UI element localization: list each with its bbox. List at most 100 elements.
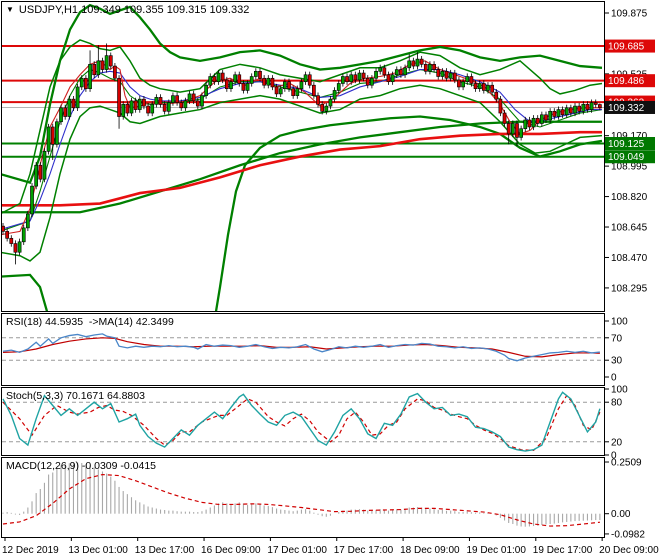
- time-axis-label: 17 Dec 17:00: [334, 545, 394, 556]
- bull-candle-body: [556, 109, 561, 117]
- bear-candle-body: [133, 100, 138, 110]
- bear-candle-body: [432, 64, 436, 70]
- bear-candle-body: [569, 107, 573, 114]
- bear-candle-body: [212, 76, 217, 83]
- bear-candle-body: [494, 91, 499, 100]
- bear-candle-body: [423, 64, 428, 72]
- bull-candle-body: [150, 104, 155, 114]
- price-axis-label: 108.995: [611, 162, 648, 173]
- price-axis: 109.875109.525109.170108.995108.820108.6…: [604, 9, 655, 294]
- price-axis-label: 108.470: [611, 253, 648, 264]
- bull-candle-body: [208, 76, 213, 86]
- rsi-axis-label: 30: [611, 356, 623, 367]
- bull-candle-body: [278, 88, 283, 95]
- time-axis-label: 16 Dec 09:00: [201, 545, 261, 556]
- bear-candle-body: [399, 69, 403, 76]
- bear-candle-body: [241, 83, 246, 91]
- bull-candle-body: [531, 117, 536, 128]
- time-axis-label: 18 Dec 09:00: [400, 545, 460, 556]
- rsi-axis-label: 0: [611, 373, 617, 384]
- bull-candle-body: [440, 70, 445, 77]
- time-axis-label: 12 Dec 2019: [2, 545, 59, 556]
- bear-candle-body: [117, 77, 121, 117]
- bull-candle-body: [477, 83, 482, 89]
- price-axis-label: 108.295: [611, 283, 648, 294]
- bear-candle-body: [291, 88, 296, 96]
- bear-candle-body: [13, 243, 18, 253]
- bear-candle-body: [386, 74, 391, 83]
- bull-candle-body: [171, 95, 175, 103]
- bull-candle-body: [295, 88, 300, 96]
- bull-candle-body: [394, 69, 399, 76]
- bull-candle-body: [245, 83, 250, 91]
- bear-candle-body: [535, 117, 540, 124]
- candles: [2, 43, 602, 265]
- bull-candle-body: [79, 77, 84, 88]
- bull-candle-body: [299, 81, 304, 89]
- price-axis-label: 108.820: [611, 192, 648, 203]
- trading-chart-window: ▼ USDJPY,H1 109.349 109.355 109.315 109.3…: [0, 0, 660, 560]
- bear-candle-body: [452, 72, 457, 81]
- bear-candle-body: [481, 83, 486, 91]
- bull-candle-body: [283, 81, 287, 89]
- bull-candle-body: [374, 70, 378, 79]
- bull-candle-body: [332, 90, 337, 100]
- bull-candle-body: [328, 98, 333, 107]
- chart-canvas[interactable]: 109.875109.525109.170108.995108.820108.6…: [0, 0, 660, 560]
- price-axis-label: 108.645: [611, 223, 648, 234]
- time-axis-label: 17 Dec 01:00: [267, 545, 327, 556]
- bear-candle-body: [419, 58, 424, 65]
- bull-candle-body: [336, 83, 341, 91]
- bear-candle-body: [577, 105, 582, 112]
- bull-candle-body: [539, 114, 544, 124]
- bear-candle-body: [498, 98, 503, 114]
- bear-candle-body: [158, 97, 163, 105]
- bear-candle-body: [63, 107, 68, 117]
- macd-signal-line: [2, 473, 600, 527]
- bear-candle-body: [50, 126, 55, 145]
- bull-candle-body: [573, 105, 577, 114]
- price-badge-label: 109.125: [608, 139, 645, 150]
- rsi-axis-label: 100: [611, 317, 628, 328]
- bull-candle-body: [461, 81, 465, 88]
- bull-candle-body: [21, 227, 26, 243]
- bear-candle-body: [113, 65, 117, 79]
- bull-candle-body: [17, 241, 22, 253]
- symbol-dropdown-icon[interactable]: ▼: [6, 5, 14, 14]
- bear-candle-body: [411, 60, 416, 67]
- bear-candle-body: [312, 84, 316, 96]
- bear-candle-body: [195, 100, 200, 107]
- bull-candle-body: [581, 104, 586, 112]
- rsi-panel[interactable]: [2, 333, 604, 362]
- bear-candle-body: [552, 111, 557, 117]
- time-axis-label: 13 Dec 17:00: [135, 545, 195, 556]
- bear-candle-body: [473, 83, 478, 89]
- stochastic-axis-label: 100: [611, 385, 628, 396]
- bull-candle-body: [88, 64, 92, 89]
- bear-candle-body: [9, 238, 14, 244]
- bollinger-middle-line: [2, 68, 603, 232]
- bear-candle-body: [274, 86, 279, 95]
- bull-candle-body: [249, 76, 254, 84]
- bear-candle-body: [224, 79, 229, 89]
- bear-candle-body: [502, 112, 507, 124]
- bull-candle-body: [341, 76, 345, 84]
- bull-candle-body: [26, 213, 30, 229]
- macd-axis-label: -0.0982: [611, 529, 645, 540]
- bear-candle-body: [382, 67, 387, 76]
- bear-candle-body: [490, 84, 494, 93]
- bull-candle-body: [510, 123, 515, 135]
- bull-candle-body: [357, 72, 362, 81]
- bull-candle-body: [253, 70, 258, 77]
- bull-candle-body: [166, 102, 171, 112]
- time-axis-label: 13 Dec 01:00: [68, 545, 128, 556]
- macd-panel[interactable]: [2, 462, 601, 527]
- bear-candle-body: [307, 74, 312, 86]
- price-badge-label: 109.685: [608, 42, 645, 53]
- time-axis-label: 20 Dec 09:00: [599, 545, 659, 556]
- bull-candle-body: [229, 81, 233, 89]
- bull-candle-body: [266, 77, 271, 86]
- bull-candle-body: [75, 86, 80, 109]
- macd-axis-label: 0.2509: [611, 458, 642, 469]
- bull-candle-body: [216, 72, 221, 83]
